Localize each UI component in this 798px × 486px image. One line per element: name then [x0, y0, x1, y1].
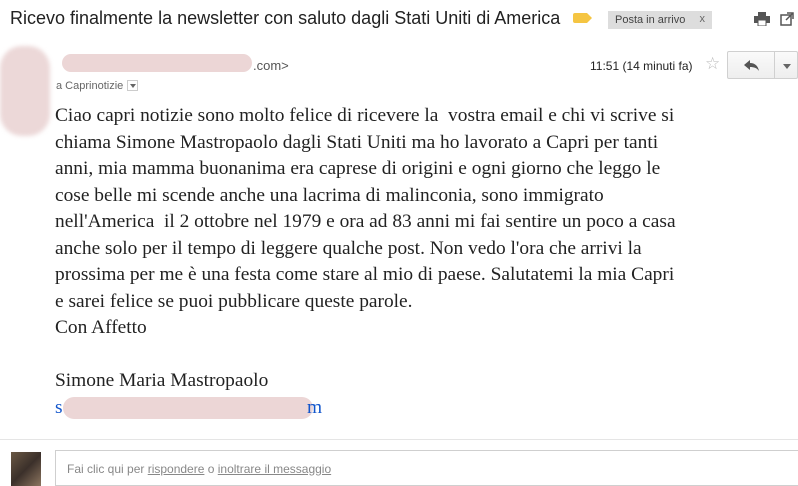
email-redaction [63, 396, 313, 419]
message-time: 11:51 (14 minuti fa) [590, 59, 693, 73]
remove-label-button[interactable]: x [700, 13, 706, 25]
new-window-icon[interactable] [780, 12, 794, 26]
more-options-button[interactable] [774, 51, 798, 79]
print-icon[interactable] [754, 12, 770, 26]
inbox-label-chip[interactable]: Posta in arrivo x [608, 11, 712, 29]
forward-link[interactable]: inoltrare il messaggio [218, 462, 331, 476]
inbox-label-text: Posta in arrivo [615, 14, 686, 26]
signature-email-link[interactable]: s m [55, 395, 327, 421]
reply-link[interactable]: rispondere [148, 462, 205, 476]
body-line: anni, mia mamma buonanima era caprese di… [55, 158, 661, 179]
reply-button[interactable] [727, 51, 775, 79]
label-tag-icon [573, 13, 592, 23]
recipient-label: a Caprinotizie [56, 80, 124, 92]
body-line: prossima per me è una festa come stare a… [55, 264, 675, 285]
message-body: Ciao capri notizie sono molto felice di … [55, 103, 795, 421]
email-link-end: m [307, 396, 323, 418]
closing-line: Con Affetto [55, 317, 147, 338]
body-line: anche solo per il tempo di leggere qualc… [55, 237, 642, 259]
reply-box-middle: o [204, 462, 218, 476]
body-line: e sarei felice se puoi pubblicare queste… [55, 290, 413, 312]
body-line: chiama Simone Mastropaolo dagli Stati Un… [55, 131, 659, 153]
sender-name-redacted [62, 54, 252, 72]
body-line: Ciao capri notizie sono molto felice di … [55, 105, 675, 126]
divider [0, 439, 798, 440]
sender-email: .com> [253, 58, 289, 73]
star-icon[interactable]: ☆ [705, 54, 720, 74]
email-subject: Ricevo finalmente la newsletter con salu… [10, 8, 561, 28]
user-avatar [11, 452, 41, 486]
reply-box[interactable]: Fai clic qui per rispondere o inoltrare … [55, 450, 798, 486]
reply-box-prefix: Fai clic qui per [67, 462, 148, 476]
body-line: cose belle mi scende anche una lacrima d… [55, 184, 604, 206]
sender-avatar-redacted [0, 46, 50, 136]
message-header: .com> a Caprinotizie 11:51 (14 minuti fa… [0, 42, 798, 136]
email-link-start: s [55, 396, 63, 418]
body-line: nell'America il 2 ottobre nel 1979 e ora… [55, 211, 676, 232]
recipient-details-dropdown[interactable] [127, 80, 139, 91]
reply-arrow-icon [744, 60, 759, 71]
subject-bar: Ricevo finalmente la newsletter con salu… [0, 0, 798, 40]
recipient-line: a Caprinotizie [56, 78, 139, 92]
signature-name: Simone Maria Mastropaolo [55, 370, 269, 391]
